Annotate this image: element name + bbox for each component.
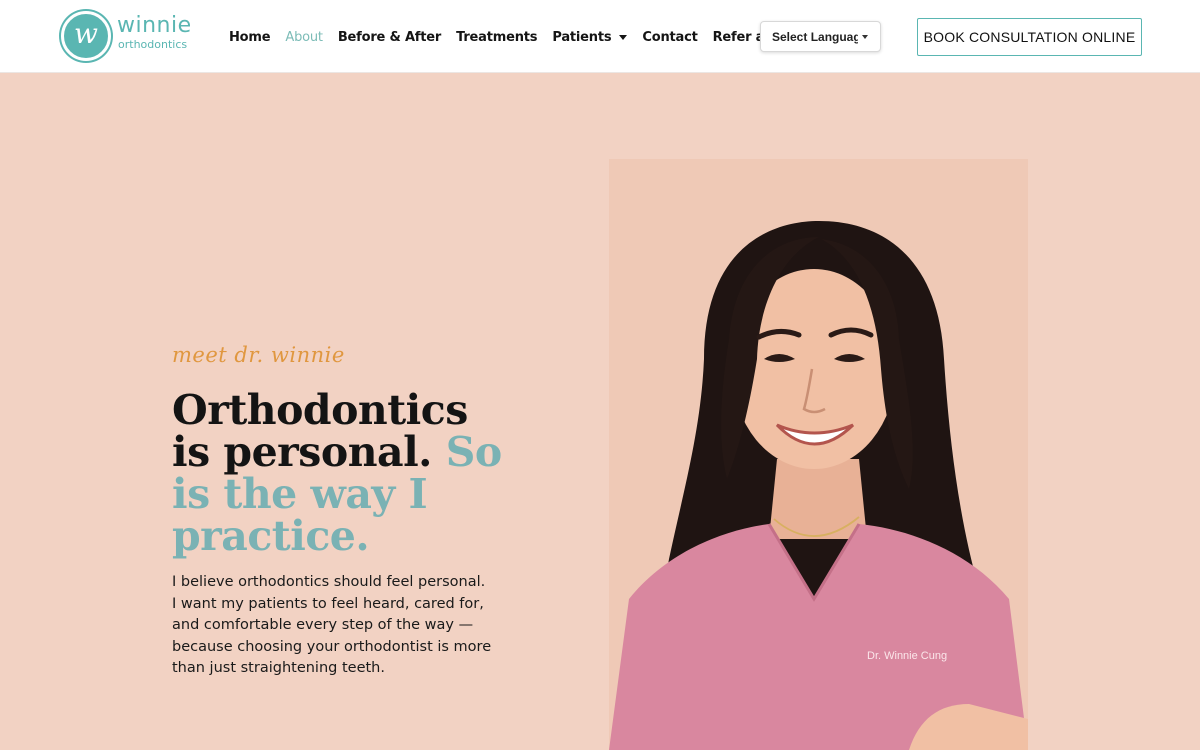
hero-headline: Orthodontics is personal. So is the way … bbox=[172, 389, 512, 557]
language-select[interactable]: Select Language bbox=[760, 21, 881, 52]
language-select-value: Select Language bbox=[772, 29, 858, 44]
doctor-portrait: Dr. Winnie Cung bbox=[609, 159, 1028, 750]
headline-dark-part: Orthodontics is personal. bbox=[172, 386, 468, 476]
site-header: w winnie orthodontics Home About Before … bbox=[0, 0, 1200, 73]
nav-about[interactable]: About bbox=[285, 30, 323, 45]
logo-subtitle: orthodontics bbox=[118, 38, 188, 51]
scrub-embroidery: Dr. Winnie Cung bbox=[867, 650, 947, 662]
main-nav: Home About Before & After Treatments Pat… bbox=[229, 27, 835, 47]
logo-wordmark: winnie bbox=[117, 13, 192, 38]
nav-patients-label: Patients bbox=[552, 29, 612, 45]
hero-eyebrow: meet dr. winnie bbox=[172, 343, 345, 367]
chevron-down-icon bbox=[619, 34, 628, 40]
nav-before-after[interactable]: Before & After bbox=[338, 30, 441, 45]
nav-home[interactable]: Home bbox=[229, 30, 271, 45]
logo-monogram: w bbox=[74, 17, 98, 50]
dropdown-arrow-icon bbox=[862, 35, 868, 39]
nav-treatments[interactable]: Treatments bbox=[456, 30, 537, 45]
book-consultation-button[interactable]: BOOK CONSULTATION ONLINE bbox=[917, 18, 1142, 56]
logo[interactable]: w winnie orthodontics bbox=[61, 11, 191, 63]
nav-patients[interactable]: Patients bbox=[552, 29, 628, 45]
hero-body: I believe orthodontics should feel perso… bbox=[172, 574, 492, 676]
nav-contact[interactable]: Contact bbox=[642, 30, 697, 45]
